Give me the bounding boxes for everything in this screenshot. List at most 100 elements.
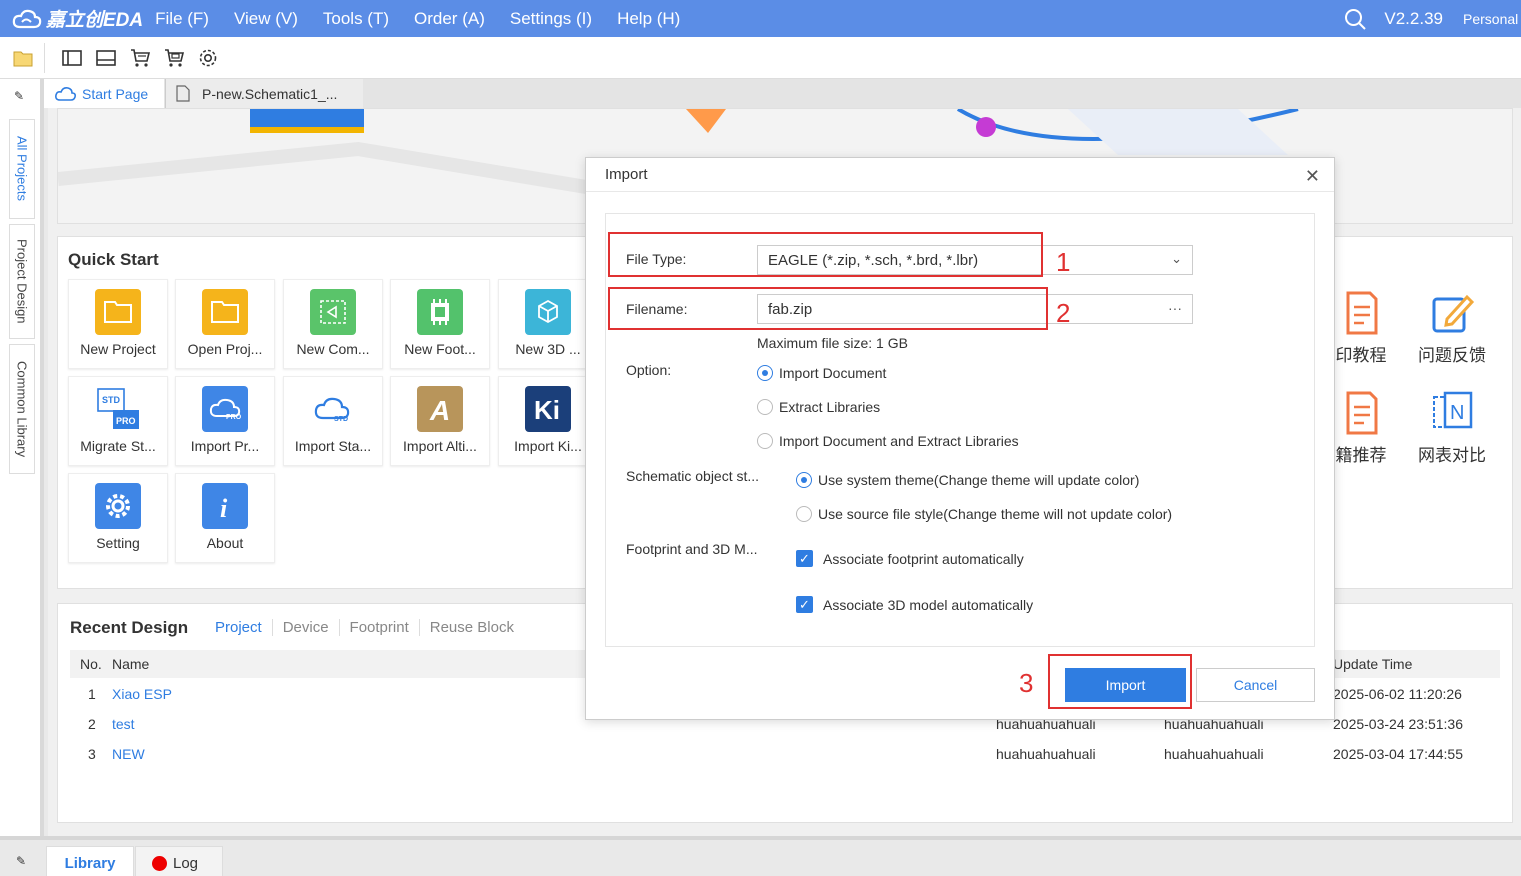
radio-import-document[interactable]: Import Document — [757, 365, 886, 381]
edit-icon — [1429, 289, 1475, 337]
menu-file[interactable]: File (F) — [155, 9, 209, 29]
cloud-std-icon: STD — [310, 386, 356, 432]
menu-help[interactable]: Help (H) — [617, 9, 680, 29]
file-type-label: File Type: — [626, 251, 687, 267]
row-name-link[interactable]: Xiao ESP — [112, 686, 172, 702]
book-icon — [1338, 389, 1384, 437]
toolbar-divider — [44, 42, 45, 73]
column-update-time: Update Time — [1333, 656, 1413, 672]
quick-start-title: Quick Start — [68, 250, 159, 269]
quick-item-label: About — [206, 535, 244, 551]
browse-button[interactable]: ··· — [1168, 300, 1182, 316]
sidebar-tab-label: Common Library — [14, 360, 30, 458]
quick-new-footprint[interactable]: New Foot... — [390, 279, 490, 369]
sidebar-tab-common-library[interactable]: Common Library — [9, 344, 35, 474]
radio-label: Use source file style(Change theme will … — [818, 506, 1173, 522]
filename-value: fab.zip — [768, 300, 813, 318]
cloud-icon — [55, 86, 76, 101]
altium-icon: A — [417, 386, 463, 432]
checkmark-icon: ✓ — [796, 596, 813, 613]
menu-settings[interactable]: Settings (I) — [510, 9, 592, 29]
quick-about[interactable]: i About — [175, 473, 275, 563]
recent-tab-project[interactable]: Project — [215, 619, 272, 636]
chip-icon — [417, 289, 463, 335]
recent-tab-device[interactable]: Device — [271, 619, 339, 636]
info-icon: i — [202, 483, 248, 529]
recent-tabs: Project Device Footprint Reuse Block — [215, 619, 524, 636]
app-logo: 嘉立创EDA — [12, 5, 143, 32]
quick-item-label: 问题反馈 — [1418, 346, 1486, 365]
folder-icon — [95, 289, 141, 335]
recent-tab-reuse-block[interactable]: Reuse Block — [418, 619, 524, 636]
option-label: Option: — [626, 362, 672, 378]
left-sidebar: ✎ All Projects Project Design Common Lib… — [0, 79, 44, 836]
quick-new-component[interactable]: New Com... — [283, 279, 383, 369]
bottom-panel-icon[interactable] — [95, 47, 117, 69]
sidebar-tab-all-projects[interactable]: All Projects — [9, 119, 35, 219]
document-icon — [176, 85, 190, 102]
cube-icon — [525, 289, 571, 335]
order-cart-icon[interactable] — [163, 47, 185, 69]
radio-dot — [796, 472, 812, 488]
radio-import-and-extract[interactable]: Import Document and Extract Libraries — [757, 433, 1019, 449]
quick-netlist-compare[interactable]: N 网表对比 — [1407, 389, 1497, 466]
tab-library[interactable]: Library — [46, 846, 134, 876]
menu-view[interactable]: View (V) — [234, 9, 298, 29]
pin-icon[interactable]: ✎ — [14, 89, 24, 103]
quick-open-project[interactable]: Open Proj... — [175, 279, 275, 369]
check-associate-3d-model[interactable]: ✓ Associate 3D model automatically — [796, 596, 1033, 613]
check-associate-footprint[interactable]: ✓ Associate footprint automatically — [796, 550, 1024, 567]
menu-order[interactable]: Order (A) — [414, 9, 485, 29]
tab-schematic[interactable]: P-new.Schematic1_... — [165, 79, 363, 108]
close-icon[interactable]: ✕ — [1305, 166, 1320, 187]
tab-label: P-new.Schematic1_... — [202, 85, 338, 102]
quick-import-pro[interactable]: PRO Import Pr... — [175, 376, 275, 466]
quick-migrate-std[interactable]: STD PRO Migrate St... — [68, 376, 168, 466]
annotation-number-1: 1 — [1056, 247, 1071, 277]
tab-start-page[interactable]: Start Page — [44, 79, 164, 108]
row-name-link[interactable]: test — [112, 716, 135, 732]
filename-input[interactable]: fab.zip ··· — [757, 294, 1193, 324]
menu-tools[interactable]: Tools (T) — [323, 9, 389, 29]
footprint-3d-label: Footprint and 3D M... — [626, 541, 758, 557]
tab-label: Library — [64, 854, 116, 872]
search-icon[interactable] — [1344, 8, 1367, 30]
radio-label: Import Document — [779, 365, 887, 381]
quick-import-std[interactable]: STD Import Sta... — [283, 376, 383, 466]
cloud-pro-icon: PRO — [202, 386, 248, 432]
quick-new-3d[interactable]: New 3D ... — [498, 279, 598, 369]
cart-icon[interactable] — [129, 47, 151, 69]
quick-import-kicad[interactable]: Ki Import Ki... — [498, 376, 598, 466]
quick-new-project[interactable]: New Project — [68, 279, 168, 369]
quick-setting[interactable]: Setting — [68, 473, 168, 563]
cancel-button[interactable]: Cancel — [1196, 668, 1315, 702]
sidebar-tab-project-design[interactable]: Project Design — [9, 224, 35, 339]
document-list-icon — [1338, 289, 1384, 337]
radio-extract-libraries[interactable]: Extract Libraries — [757, 399, 880, 415]
row-creator: huahuahuahuali — [1164, 746, 1264, 762]
quick-feedback[interactable]: 问题反馈 — [1407, 289, 1497, 366]
row-update-time: 2025-06-02 11:20:26 — [1333, 686, 1462, 702]
quick-item-label: 网表对比 — [1418, 446, 1486, 465]
account-label[interactable]: Personal — [1463, 11, 1521, 27]
radio-dot — [757, 365, 773, 381]
gear-icon[interactable] — [197, 47, 219, 69]
import-button[interactable]: Import — [1065, 668, 1186, 702]
pin-icon[interactable]: ✎ — [16, 854, 26, 868]
svg-text:PRO: PRO — [226, 414, 242, 421]
sidebar-tab-label: All Projects — [14, 136, 30, 202]
row-owner: huahuahuahuali — [996, 746, 1096, 762]
import-dialog: Import ✕ File Type: EAGLE (*.zip, *.sch,… — [585, 157, 1335, 720]
folder-icon[interactable] — [12, 47, 34, 69]
radio-system-theme[interactable]: Use system theme(Change theme will updat… — [796, 472, 1139, 488]
annotation-number-3: 3 — [1019, 668, 1034, 698]
checkbox-label: Associate footprint automatically — [823, 550, 1024, 567]
quick-import-altium[interactable]: A Import Alti... — [390, 376, 490, 466]
row-name-link[interactable]: NEW — [112, 746, 145, 762]
radio-source-style[interactable]: Use source file style(Change theme will … — [796, 506, 1172, 522]
file-type-select[interactable]: EAGLE (*.zip, *.sch, *.brd, *.lbr) ⌄ — [757, 245, 1193, 275]
left-panel-icon[interactable] — [61, 47, 83, 69]
tab-log[interactable]: Log — [135, 846, 223, 876]
quick-item-label: New Com... — [296, 341, 370, 357]
recent-tab-footprint[interactable]: Footprint — [338, 619, 419, 636]
